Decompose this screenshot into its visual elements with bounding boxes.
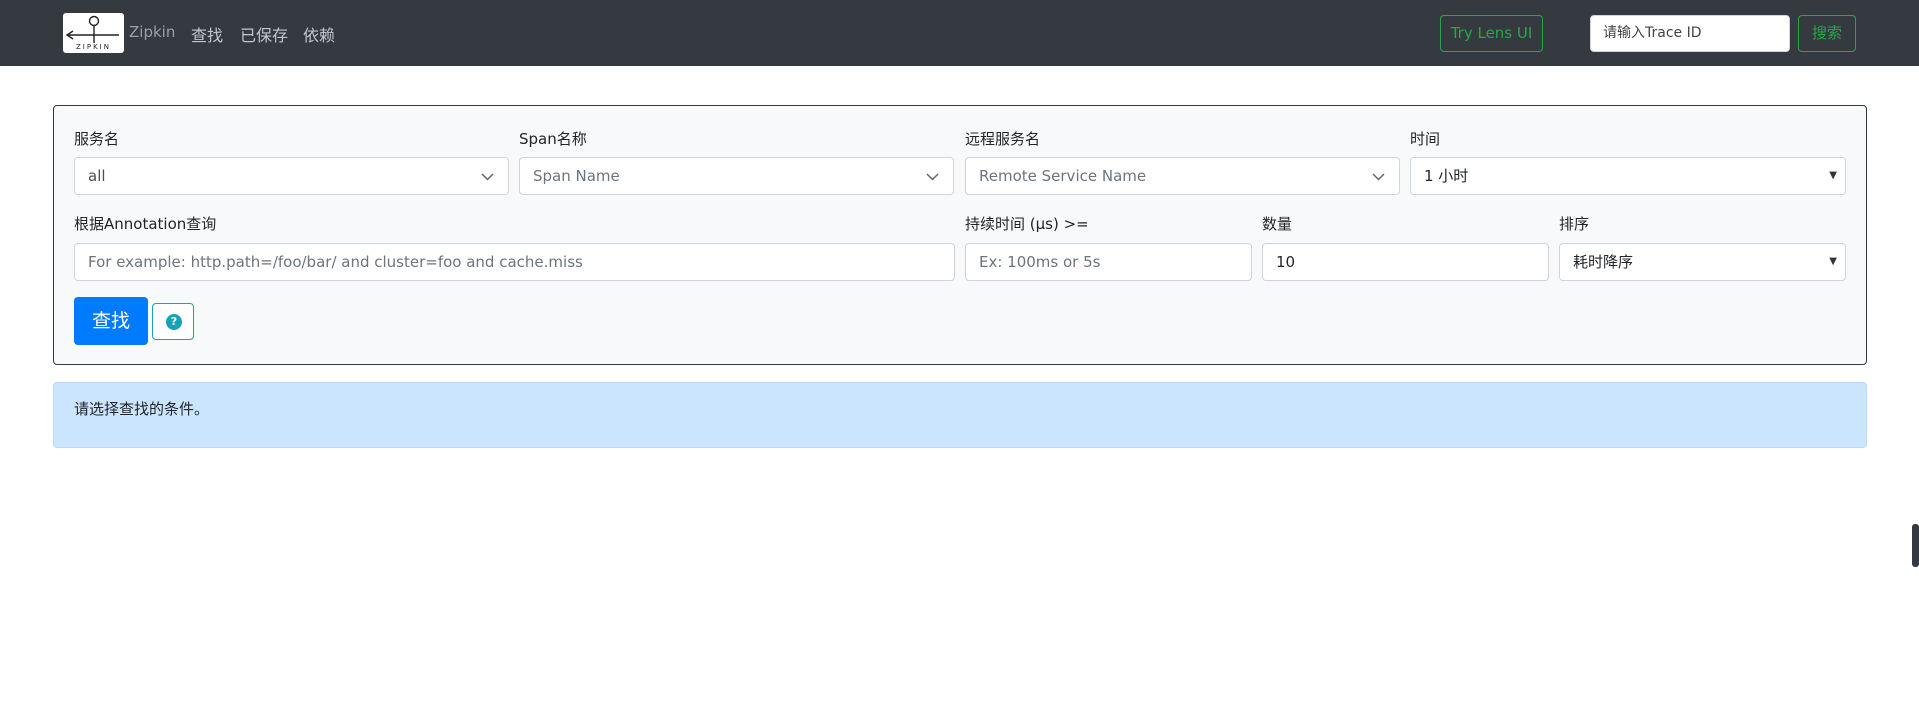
search-panel	[53, 105, 1867, 365]
duration-label: 持续时间 (μs) >=	[965, 215, 1089, 233]
chevron-down-icon	[481, 173, 494, 181]
span-name-select[interactable]: Span Name	[519, 157, 954, 195]
annotation-query-input[interactable]: For example: http.path=/foo/bar/ and clu…	[74, 243, 955, 281]
sort-value: 耗时降序	[1573, 253, 1634, 271]
trace-id-input[interactable]: 请输入Trace ID	[1590, 15, 1790, 52]
info-alert: 请选择查找的条件。	[53, 382, 1867, 448]
span-name-label: Span名称	[519, 130, 587, 148]
sort-select[interactable]: 耗时降序 ▼	[1559, 243, 1846, 281]
limit-input[interactable]: 10	[1262, 243, 1549, 281]
search-button[interactable]: 查找	[74, 297, 148, 345]
help-button[interactable]: ?	[152, 303, 194, 340]
scrollbar-handle[interactable]	[1912, 524, 1919, 567]
limit-value: 10	[1276, 253, 1296, 271]
trace-search-button[interactable]: 搜索	[1798, 15, 1856, 52]
try-lens-ui-button[interactable]: Try Lens UI	[1440, 15, 1543, 52]
nav-search[interactable]: 查找	[191, 22, 223, 46]
chevron-down-icon	[926, 173, 939, 181]
service-name-label: 服务名	[74, 130, 120, 148]
sort-label: 排序	[1559, 215, 1590, 233]
zipkin-logo[interactable]: ZIPKIN	[63, 13, 124, 53]
time-label: 时间	[1410, 130, 1441, 148]
span-name-placeholder: Span Name	[533, 167, 620, 185]
nav-saved[interactable]: 已保存	[240, 22, 288, 46]
question-circle-icon: ?	[166, 314, 182, 330]
annotation-placeholder: For example: http.path=/foo/bar/ and clu…	[88, 253, 583, 271]
chevron-down-icon	[1372, 173, 1385, 181]
remote-service-placeholder: Remote Service Name	[979, 167, 1147, 185]
duration-input[interactable]: Ex: 100ms or 5s	[965, 243, 1252, 281]
nav-dependencies[interactable]: 依赖	[303, 22, 335, 46]
remote-service-select[interactable]: Remote Service Name	[965, 157, 1400, 195]
info-alert-text: 请选择查找的条件。	[74, 400, 210, 418]
remote-service-label: 远程服务名	[965, 130, 1041, 148]
caret-down-icon: ▼	[1829, 170, 1837, 181]
service-name-select[interactable]: all	[74, 157, 509, 195]
brand-name[interactable]: Zipkin	[129, 23, 175, 41]
logo-wordmark: ZIPKIN	[76, 43, 111, 51]
limit-label: 数量	[1262, 215, 1293, 233]
time-value: 1 小时	[1424, 167, 1469, 185]
top-navbar: ZIPKIN Zipkin 查找 已保存 依赖 Try Lens UI 请输入T…	[0, 0, 1919, 66]
service-name-value: all	[88, 167, 106, 185]
annotation-label: 根据Annotation查询	[74, 215, 217, 233]
caret-down-icon: ▼	[1829, 256, 1837, 267]
duration-placeholder: Ex: 100ms or 5s	[979, 253, 1101, 271]
time-select[interactable]: 1 小时 ▼	[1410, 157, 1846, 195]
